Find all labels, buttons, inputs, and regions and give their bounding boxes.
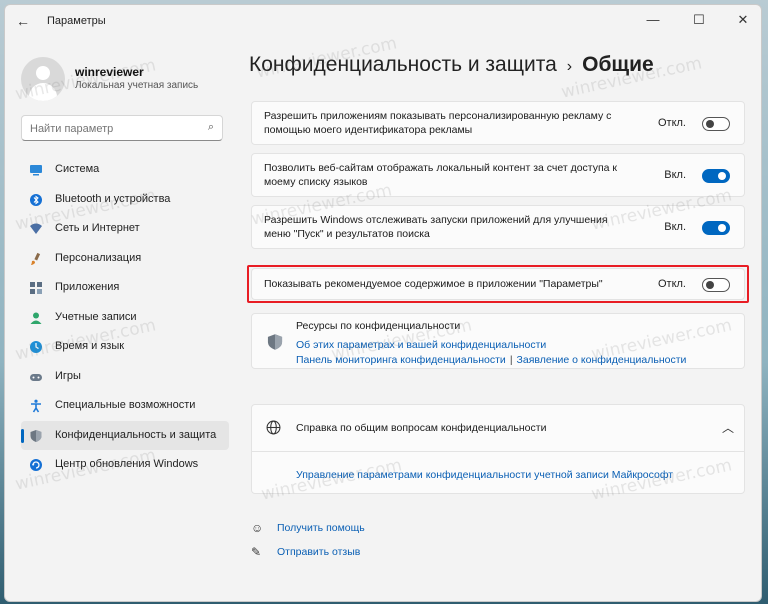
main-content: Конфиденциальность и защита › Общие Разреш… — [235, 37, 761, 601]
sidebar-item-label: Bluetooth и устройства — [55, 192, 171, 205]
help-icon: ☺ — [251, 521, 264, 535]
microsoft-account-privacy-link[interactable]: Управление параметрами конфиденциальност… — [296, 469, 673, 481]
sidebar-item-time-language[interactable]: Время и язык — [21, 332, 229, 362]
back-arrow-icon[interactable]: ← — [15, 13, 31, 29]
chevron-up-icon[interactable]: ︿ — [722, 419, 734, 436]
highlight-frame — [247, 265, 749, 303]
sidebar-item-label: Время и язык — [55, 340, 125, 352]
apps-icon — [30, 282, 42, 294]
sidebar-item-accounts[interactable]: Учетные записи — [21, 303, 229, 333]
feedback-label: Отправить отзыв — [277, 546, 361, 558]
sidebar-item-privacy-security[interactable]: Конфиденциальность и защита — [21, 420, 229, 450]
sidebar-item-label: Сеть и Интернет — [55, 222, 140, 234]
sidebar: winreviewer Локальная учетная запись ⌕ С… — [5, 37, 235, 601]
globe-icon — [266, 420, 281, 435]
sidebar-nav: Система Bluetooth и устройства Сеть и Ин… — [21, 155, 229, 480]
breadcrumb: Конфиденциальность и защита › Общие — [249, 53, 654, 77]
accessibility-icon — [31, 399, 41, 413]
update-icon — [30, 459, 42, 471]
sidebar-item-label: Специальные возможности — [55, 399, 196, 411]
sidebar-item-label: Персонализация — [55, 251, 142, 264]
privacy-dashboard-link[interactable]: Панель мониторинга конфиденциальности — [296, 354, 506, 366]
privacy-resources-card: Ресурсы по конфиденциальности Об этих па… — [251, 313, 745, 369]
close-button[interactable]: ✕ — [727, 5, 759, 37]
setting-card-ad-id: Разрешить приложениям показывать персона… — [251, 101, 745, 145]
sidebar-item-label: Система — [55, 163, 100, 175]
toggle-state-label: Вкл. — [664, 221, 686, 233]
sidebar-item-label: Игры — [55, 369, 81, 382]
setting-description: Разрешить приложениям показывать персона… — [264, 110, 612, 136]
system-icon — [30, 165, 42, 176]
get-help-label: Получить помощь — [277, 522, 365, 534]
language-list-toggle[interactable] — [702, 169, 730, 183]
search-icon[interactable]: ⌕ — [208, 121, 214, 134]
account-type: Локальная учетная запись — [75, 80, 199, 91]
sidebar-item-label: Конфиденциальность и защита — [55, 428, 217, 441]
sidebar-item-apps[interactable]: Приложения — [21, 273, 229, 303]
sidebar-item-label: Учетные записи — [55, 310, 137, 323]
settings-window: ← Параметры — ☐ ✕ winreviewer Локальная … — [4, 4, 762, 602]
sidebar-item-system[interactable]: Система — [21, 155, 229, 185]
privacy-statement-link[interactable]: Заявление о конфиденциальности — [517, 354, 687, 366]
link-separator: | — [509, 354, 513, 366]
setting-card-language-list: Позволить веб-сайтам отображать локальны… — [251, 153, 745, 197]
help-header[interactable]: Справка по общим вопросам конфиденциальн… — [252, 405, 744, 452]
sidebar-item-personalization[interactable]: Персонализация — [21, 244, 229, 274]
feedback-icon: ✎ — [251, 545, 262, 559]
gaming-icon — [30, 373, 42, 381]
setting-description: Позволить веб-сайтам отображать локальны… — [264, 162, 618, 188]
bluetooth-icon — [30, 193, 42, 206]
breadcrumb-separator: › — [566, 58, 573, 75]
setting-card-app-launch-tracking: Разрешить Windows отслеживать запуски пр… — [251, 205, 745, 249]
avatar[interactable] — [21, 57, 65, 101]
brush-icon — [31, 252, 41, 265]
title-bar: ← Параметры — ☐ ✕ — [5, 5, 761, 37]
shield-icon — [30, 429, 42, 442]
accounts-icon — [30, 312, 42, 324]
app-launch-tracking-toggle[interactable] — [702, 221, 730, 235]
privacy-help-card: Справка по общим вопросам конфиденциальн… — [251, 404, 745, 494]
ad-id-toggle[interactable] — [702, 117, 730, 131]
sidebar-item-windows-update[interactable]: Центр обновления Windows — [21, 450, 229, 480]
sidebar-item-label: Центр обновления Windows — [55, 458, 199, 470]
sidebar-item-gaming[interactable]: Игры — [21, 362, 229, 392]
window-title: Параметры — [47, 15, 106, 27]
user-name: winreviewer — [75, 65, 144, 79]
help-title: Справка по общим вопросам конфиденциальн… — [296, 422, 547, 434]
minimize-button[interactable]: — — [637, 5, 669, 37]
sidebar-item-bluetooth[interactable]: Bluetooth и устройства — [21, 185, 229, 215]
search-box[interactable]: ⌕ — [21, 115, 223, 141]
resources-title: Ресурсы по конфиденциальности — [296, 320, 461, 332]
setting-description: Разрешить Windows отслеживать запуски пр… — [264, 214, 608, 240]
time-language-icon — [30, 341, 42, 353]
sidebar-item-label: Приложения — [55, 281, 120, 293]
breadcrumb-section[interactable]: Конфиденциальность и защита — [249, 53, 557, 76]
shield-icon — [267, 334, 283, 350]
page-title: Общие — [582, 53, 654, 76]
sidebar-item-network[interactable]: Сеть и Интернет — [21, 214, 229, 244]
toggle-state-label: Откл. — [657, 117, 686, 129]
sidebar-item-accessibility[interactable]: Специальные возможности — [21, 391, 229, 421]
search-input[interactable] — [28, 120, 202, 138]
maximize-button[interactable]: ☐ — [683, 5, 715, 37]
network-icon — [30, 223, 42, 234]
toggle-state-label: Вкл. — [664, 169, 686, 181]
